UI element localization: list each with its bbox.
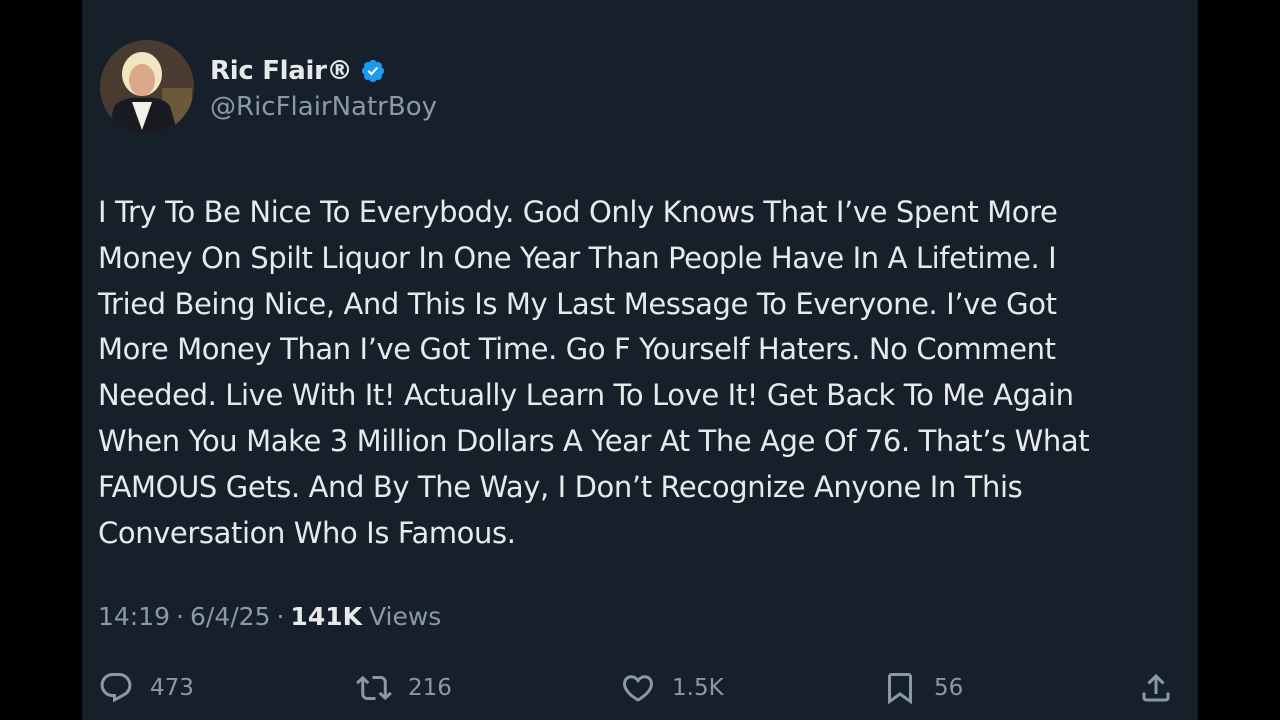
tweet-meta: 14:19 · 6/4/25 · 141K Views — [98, 602, 441, 631]
like-count: 1.5K — [672, 675, 724, 701]
verified-badge-icon[interactable] — [360, 58, 386, 84]
like-button[interactable]: 1.5K — [620, 666, 724, 710]
reply-icon — [100, 673, 132, 703]
share-icon — [1142, 673, 1170, 702]
tweet-date[interactable]: 6/4/25 — [190, 602, 270, 631]
display-name[interactable]: Ric Flair® — [210, 56, 353, 86]
repost-count: 216 — [408, 675, 452, 701]
tweet-text: I Try To Be Nice To Everybody. God Only … — [98, 195, 1090, 550]
action-bar: 473 216 1.5K 56 — [98, 666, 1178, 710]
reply-count: 473 — [150, 675, 194, 701]
name-row: Ric Flair® — [210, 52, 437, 90]
author-names: Ric Flair® @RicFlairNatrBoy — [210, 52, 437, 122]
author-handle[interactable]: @RicFlairNatrBoy — [210, 92, 437, 122]
profile-photo-icon — [100, 40, 194, 134]
reply-button[interactable]: 473 — [98, 666, 194, 710]
meta-separator: · — [276, 602, 285, 631]
heart-icon — [622, 675, 654, 702]
repost-icon — [356, 675, 392, 701]
bookmark-button[interactable]: 56 — [882, 666, 963, 710]
avatar[interactable] — [100, 40, 194, 134]
views-count: 141K — [290, 602, 362, 631]
repost-button[interactable]: 216 — [356, 666, 452, 710]
bookmark-icon — [888, 673, 912, 705]
tweet-card: Ric Flair® @RicFlairNatrBoy I Try To Be … — [82, 0, 1198, 720]
tweet-header: Ric Flair® @RicFlairNatrBoy — [100, 40, 437, 134]
tweet-time[interactable]: 14:19 — [98, 602, 170, 631]
meta-separator: · — [176, 602, 184, 631]
views-label: Views — [368, 602, 442, 631]
bookmark-count: 56 — [934, 675, 964, 701]
share-button[interactable] — [1138, 666, 1174, 710]
